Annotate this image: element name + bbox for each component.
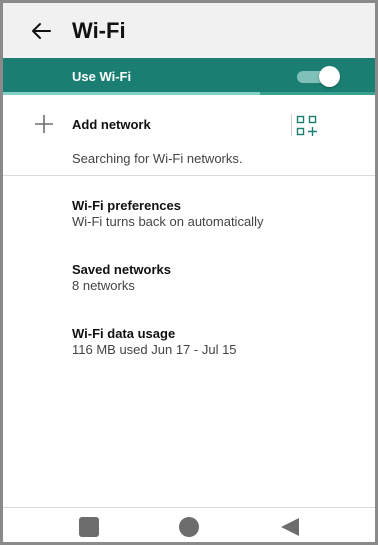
page-title: Wi-Fi — [72, 18, 126, 43]
wifi-toggle[interactable] — [295, 66, 340, 88]
item-subtitle: Wi-Fi turns back on automatically — [72, 214, 264, 229]
scan-progress-fill — [3, 92, 260, 95]
arrow-back-icon — [32, 23, 51, 39]
wifi-data-usage-item[interactable]: Wi-Fi data usage 116 MB used Jun 17 - Ju… — [3, 320, 375, 364]
toggle-thumb — [319, 66, 340, 87]
back-button[interactable] — [25, 15, 57, 47]
item-title: Saved networks — [72, 262, 171, 277]
search-status-text: Searching for Wi-Fi networks. — [72, 151, 243, 166]
triangle-back-icon[interactable] — [279, 516, 301, 538]
scan-progress-bar — [3, 92, 375, 95]
qr-code-scanner-icon[interactable] — [295, 114, 319, 138]
circle-icon[interactable] — [178, 516, 200, 538]
add-network-row[interactable]: Add network — [3, 100, 375, 148]
section-divider — [3, 175, 375, 176]
qr-divider — [291, 114, 292, 136]
wifi-preferences-item[interactable]: Wi-Fi preferences Wi-Fi turns back on au… — [3, 192, 375, 236]
add-network-label: Add network — [72, 117, 151, 132]
plus-icon — [35, 115, 53, 133]
use-wifi-bar[interactable]: Use Wi-Fi — [3, 58, 375, 95]
item-subtitle: 8 networks — [72, 278, 135, 293]
top-app-bar: Wi-Fi — [3, 3, 375, 58]
item-title: Wi-Fi preferences — [72, 198, 181, 213]
phone-screen: Wi-Fi Use Wi-Fi Add network Searching fo… — [0, 0, 378, 545]
use-wifi-label: Use Wi-Fi — [72, 69, 132, 84]
square-icon[interactable] — [78, 516, 100, 538]
system-nav-bar — [3, 507, 375, 542]
saved-networks-item[interactable]: Saved networks 8 networks — [3, 256, 375, 300]
item-title: Wi-Fi data usage — [72, 326, 176, 341]
item-subtitle: 116 MB used Jun 17 - Jul 15 — [72, 342, 237, 357]
